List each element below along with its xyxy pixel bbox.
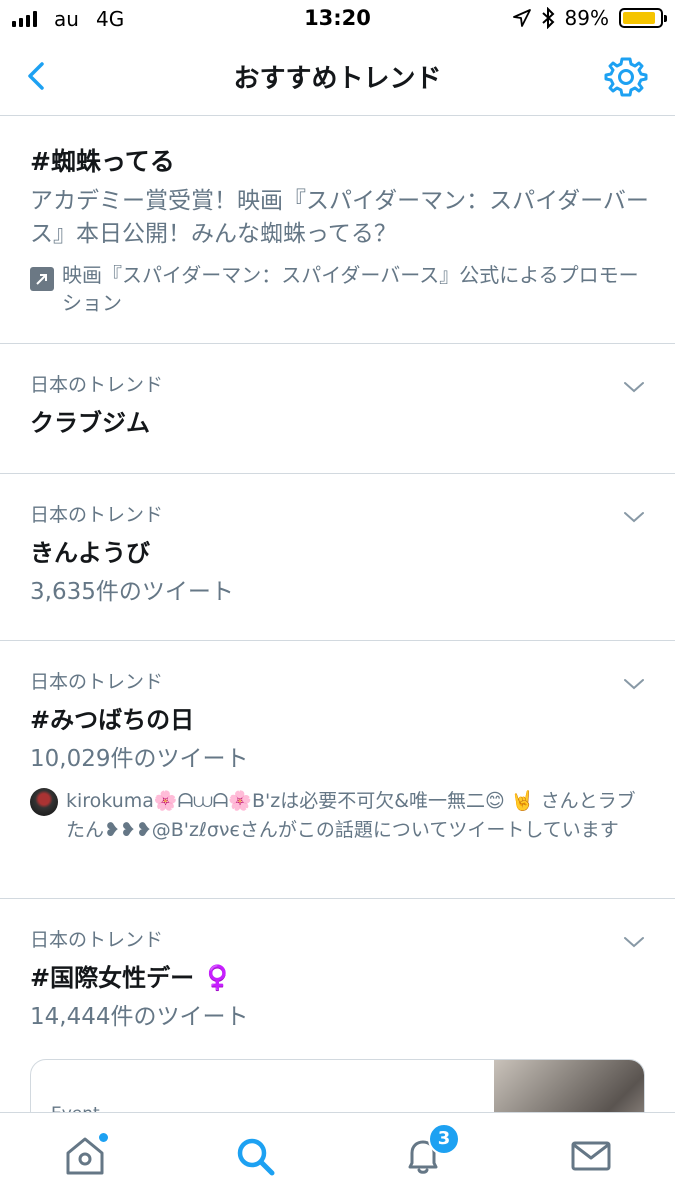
trend-context: 日本のトレンド — [30, 374, 164, 396]
promoted-description: アカデミー賞受賞！映画『スパイダーマン：スパイダーバース』本日公開！みんな蜘蛛っ… — [30, 188, 649, 247]
tweet-count: 3,635件のツイート — [30, 579, 234, 605]
trend-name[interactable]: #みつばちの日 — [30, 703, 645, 737]
social-context-text: kirokuma🌸ᗩ⩊ᗩ🌸B'zは必要不可欠&唯一無二😊 🤘 さんとラブたん❥❥… — [66, 790, 636, 841]
bluetooth-icon — [541, 7, 554, 29]
promoted-trend[interactable]: #蜘蛛ってる アカデミー賞受賞！映画『スパイダーマン：スパイダーバース』本日公開… — [0, 117, 675, 344]
home-new-dot — [99, 1133, 108, 1142]
battery-level — [623, 12, 656, 24]
status-right: 89% — [512, 6, 667, 30]
location-arrow-icon — [512, 9, 531, 27]
promoted-by-row: 映画『スパイダーマン：スパイダーバース』公式によるプロモーション — [30, 261, 645, 317]
battery-icon — [619, 8, 667, 28]
trend-context: 日本のトレンド — [30, 671, 164, 693]
chevron-down-icon[interactable] — [623, 376, 645, 398]
tab-home[interactable] — [62, 1133, 108, 1179]
tab-messages[interactable] — [568, 1133, 614, 1179]
event-image — [494, 1060, 644, 1112]
social-context: kirokuma🌸ᗩ⩊ᗩ🌸B'zは必要不可欠&唯一無二😊 🤘 さんとラブたん❥❥… — [30, 787, 645, 845]
avatar — [30, 788, 58, 816]
trend-name[interactable]: クラブジム — [30, 406, 645, 440]
search-icon — [237, 1138, 275, 1176]
nav-bar: おすすめトレンド — [0, 40, 675, 116]
trend-item[interactable]: 日本のトレンド #国際女性デー ♀️ 14,444件のツイート Event — [0, 899, 675, 1112]
trend-item[interactable]: 日本のトレンド #みつばちの日 10,029件のツイート kirokuma🌸ᗩ⩊… — [0, 641, 675, 899]
event-card[interactable]: Event — [30, 1059, 645, 1112]
trend-item[interactable]: 日本のトレンド きんようび 3,635件のツイート — [0, 474, 675, 641]
tab-notifications[interactable]: 3 — [400, 1123, 460, 1179]
tweet-count: 10,029件のツイート — [30, 746, 249, 772]
page-title: おすすめトレンド — [233, 64, 442, 94]
promoted-by-text: 映画『スパイダーマン：スパイダーバース』公式によるプロモーション — [62, 263, 639, 315]
battery-percent: 89% — [564, 6, 609, 30]
chevron-down-icon[interactable] — [623, 931, 645, 953]
trend-name[interactable]: #国際女性デー ♀️ — [30, 961, 645, 995]
notification-badge: 3 — [428, 1123, 460, 1155]
trend-context: 日本のトレンド — [30, 504, 164, 526]
trend-context: 日本のトレンド — [30, 929, 164, 951]
tweet-count: 14,444件のツイート — [30, 1004, 249, 1030]
event-label: Event — [51, 1104, 100, 1112]
promoted-hashtag[interactable]: #蜘蛛ってる — [30, 145, 645, 179]
promoted-arrow-icon — [30, 267, 54, 291]
trend-item[interactable]: 日本のトレンド クラブジム — [0, 344, 675, 474]
tab-search[interactable] — [232, 1133, 278, 1179]
trend-feed: #蜘蛛ってる アカデミー賞受賞！映画『スパイダーマン：スパイダーバース』本日公開… — [0, 117, 675, 1112]
mail-icon — [571, 1141, 611, 1171]
tab-bar: 3 — [0, 1112, 675, 1200]
chevron-down-icon[interactable] — [623, 673, 645, 695]
status-bar: au 4G 13:20 89% — [0, 0, 675, 40]
chevron-down-icon[interactable] — [623, 506, 645, 528]
gear-icon[interactable] — [603, 54, 649, 100]
trend-name[interactable]: きんようび — [30, 536, 645, 570]
